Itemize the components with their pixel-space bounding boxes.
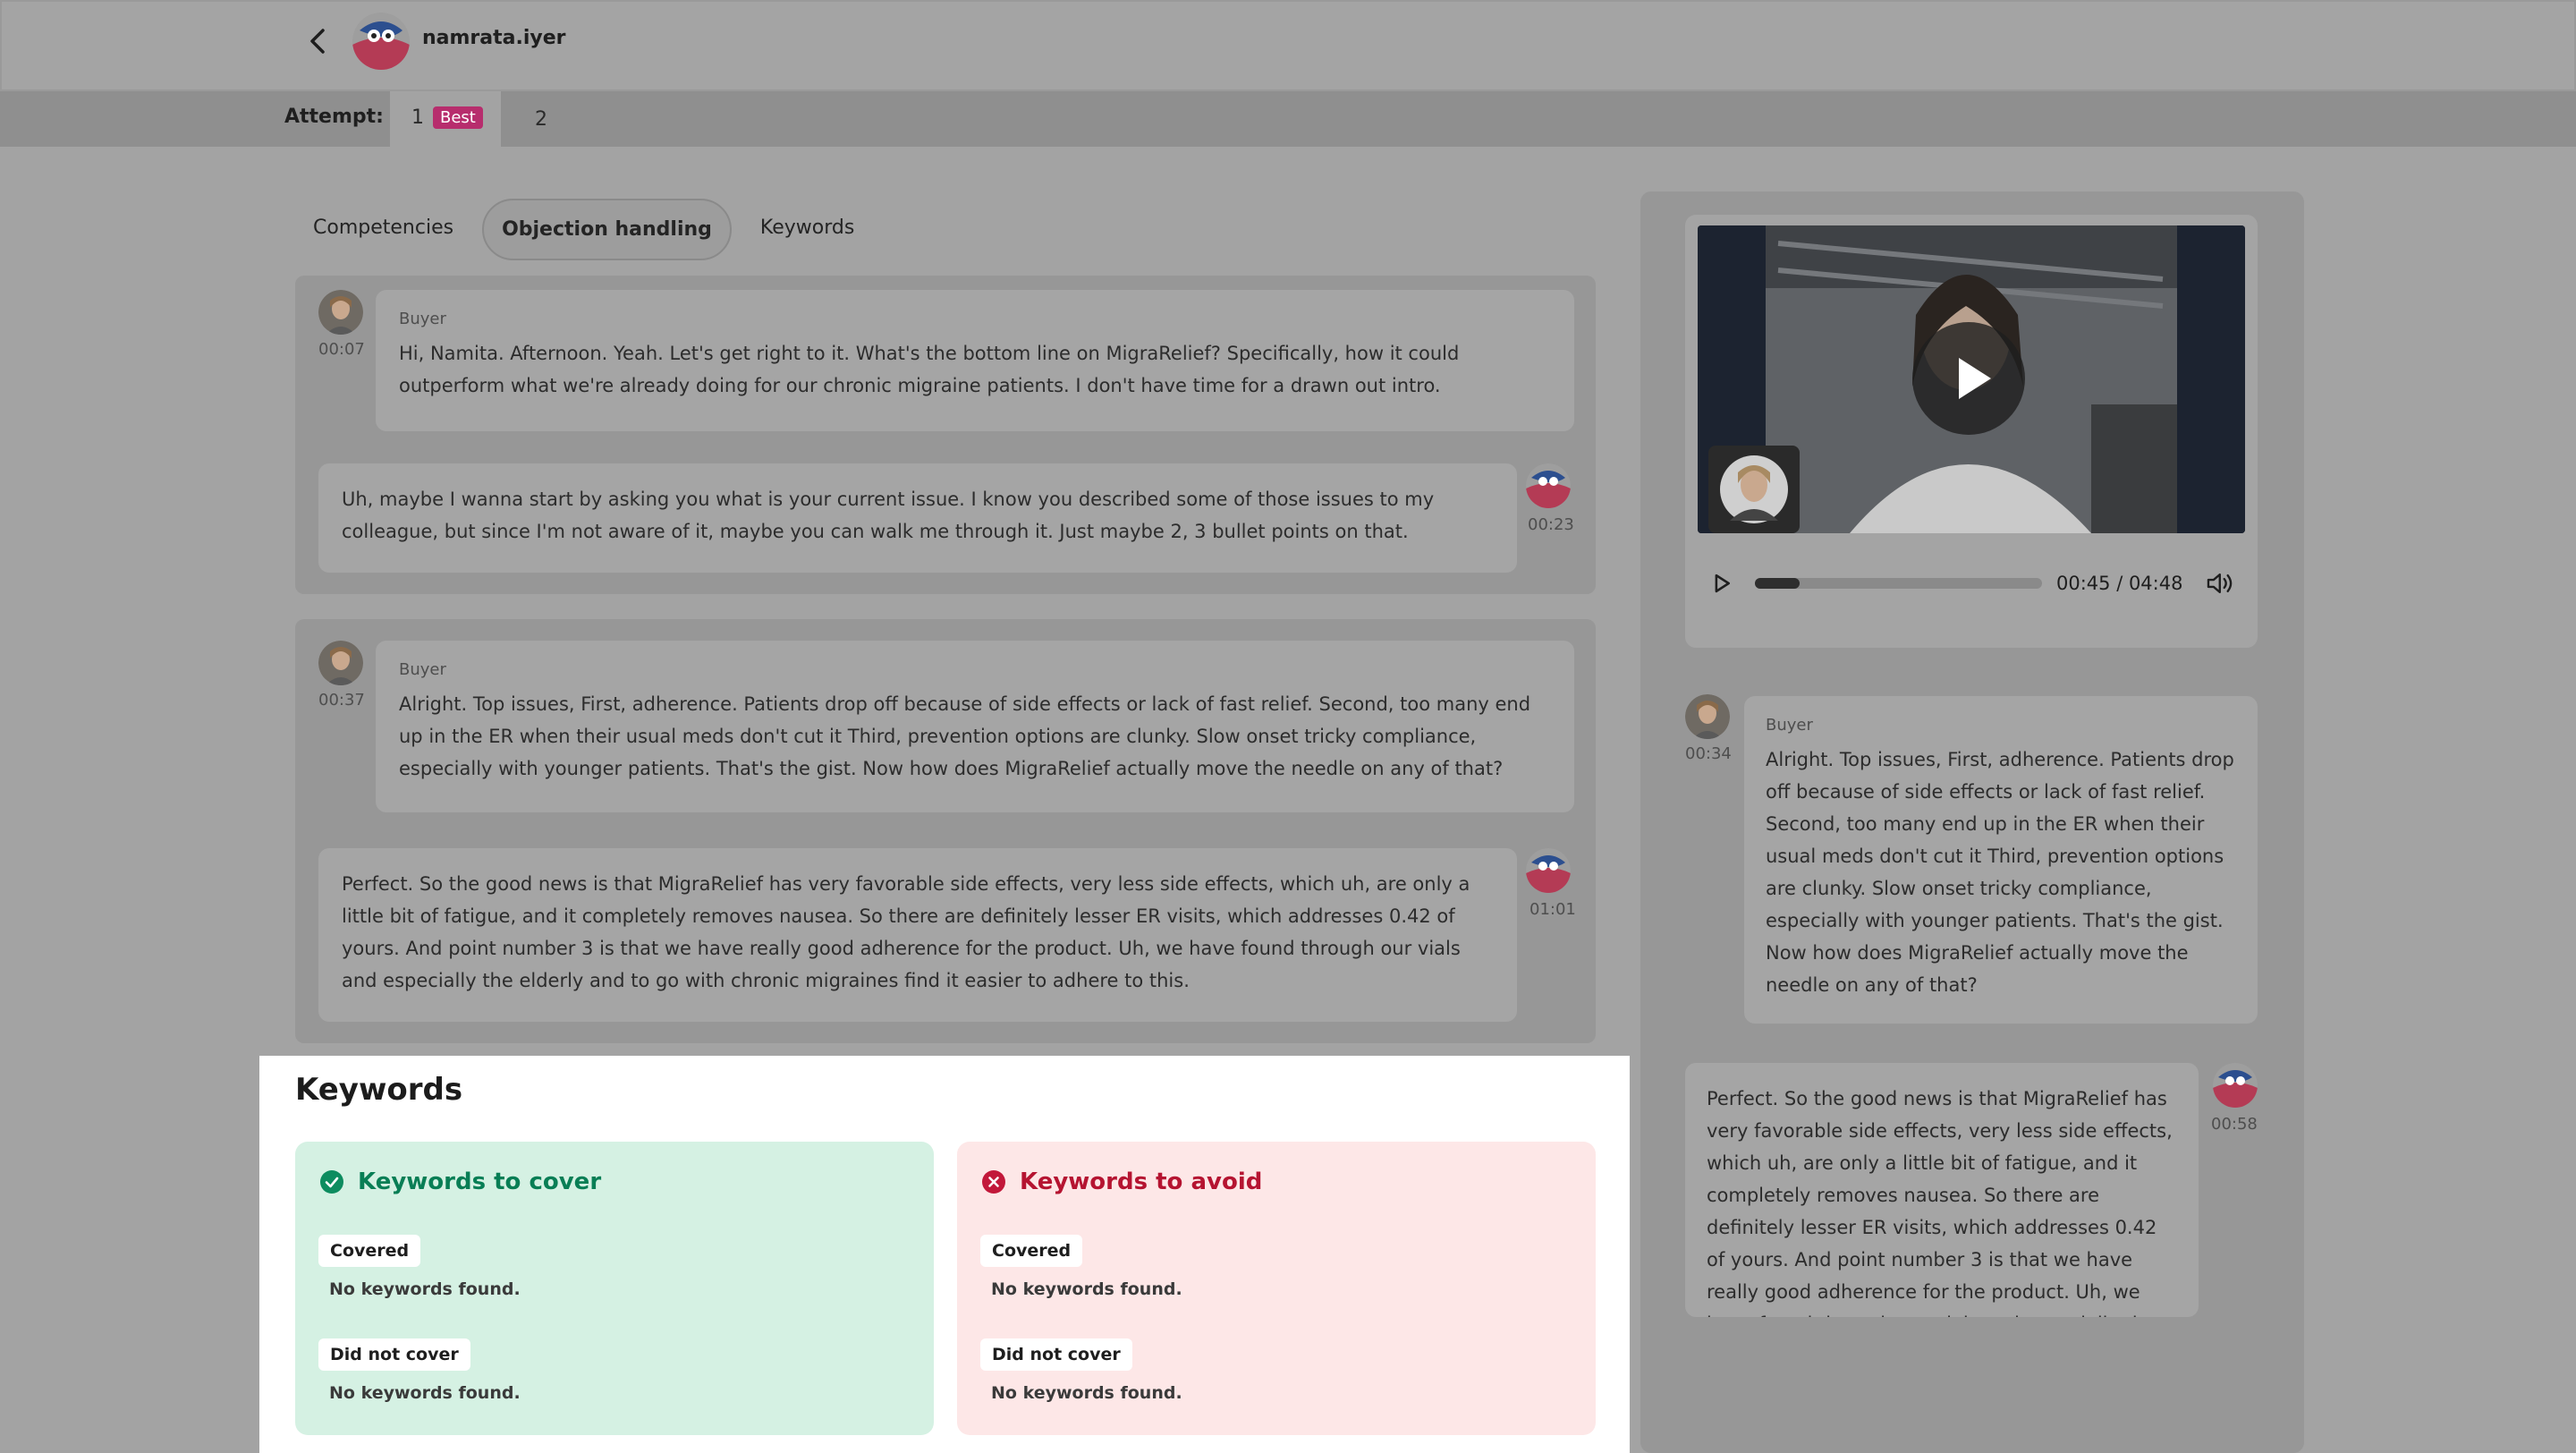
- message-text: Perfect. So the good news is that MigraR…: [342, 873, 1470, 991]
- avatar: [352, 13, 410, 70]
- timestamp: 00:37: [318, 691, 365, 710]
- card-title: Keywords to avoid: [1020, 1168, 1263, 1195]
- timestamp: 00:23: [1528, 515, 1574, 534]
- rep-message: Perfect. So the good news is that MigraR…: [1685, 1063, 2199, 1317]
- right-panel: 00:45 / 04:48 00:34 Buyer Alright. Top i…: [1640, 191, 2304, 1453]
- attempt-number: 1: [411, 106, 424, 129]
- attempt-label: Attempt:: [284, 106, 384, 128]
- tab-keywords[interactable]: Keywords: [742, 199, 872, 260]
- timestamp: 00:34: [1685, 744, 1732, 763]
- attempt-tab-2[interactable]: 2: [535, 91, 547, 147]
- keywords-to-avoid-card: Keywords to avoid Covered No keywords fo…: [957, 1142, 1596, 1435]
- rep-message: Perfect. So the good news is that MigraR…: [318, 848, 1517, 1022]
- rep-avatar: [1526, 848, 1571, 893]
- video-card: 00:45 / 04:48: [1685, 215, 2258, 648]
- message-text: Hi, Namita. Afternoon. Yeah. Let's get r…: [399, 343, 1460, 396]
- rep-avatar: [1526, 463, 1571, 508]
- buyer-avatar: [318, 290, 363, 335]
- buyer-message: Buyer Alright. Top issues, First, adhere…: [1744, 696, 2258, 1024]
- message-text: Alright. Top issues, First, adherence. P…: [399, 693, 1531, 779]
- card-heading: Keywords to avoid: [982, 1168, 1262, 1195]
- time-readout: 00:45 / 04:48: [2056, 573, 2183, 594]
- check-circle-icon: [320, 1170, 343, 1194]
- speaker-label: Buyer: [399, 310, 446, 328]
- speaker-label: Buyer: [399, 660, 446, 679]
- speaker-label: Buyer: [1766, 716, 1813, 735]
- keywords-to-cover-card: Keywords to cover Covered No keywords fo…: [295, 1142, 934, 1435]
- rep-message: Uh, maybe I wanna start by asking you wh…: [318, 463, 1517, 573]
- timestamp: 00:07: [318, 340, 365, 359]
- empty-state: No keywords found.: [329, 1383, 521, 1403]
- empty-state: No keywords found.: [991, 1279, 1182, 1299]
- buyer-video-thumbnail: [1708, 446, 1800, 533]
- attempt-number: 2: [535, 107, 547, 131]
- progress-fill: [1754, 578, 1800, 589]
- volume-icon[interactable]: [2206, 570, 2236, 597]
- message-text: Perfect. So the good news is that MigraR…: [1707, 1088, 2173, 1317]
- transcript-block: 00:37 Buyer Alright. Top issues, First, …: [295, 619, 1596, 1043]
- keywords-panel: Keywords Keywords to cover Covered No ke…: [259, 1056, 1630, 1453]
- buyer-avatar: [1685, 694, 1730, 739]
- rep-avatar: [2213, 1063, 2258, 1108]
- player-controls: 00:45 / 04:48: [1708, 565, 2236, 601]
- covered-label: Covered: [318, 1235, 421, 1267]
- covered-label: Covered: [980, 1235, 1083, 1267]
- did-not-cover-label: Did not cover: [980, 1338, 1132, 1371]
- user-name: namrata.iyer: [422, 27, 566, 49]
- card-title: Keywords to cover: [358, 1168, 602, 1195]
- did-not-cover-label: Did not cover: [318, 1338, 470, 1371]
- x-circle-icon: [982, 1170, 1005, 1194]
- transcript-block: 00:07 Buyer Hi, Namita. Afternoon. Yeah.…: [295, 276, 1596, 594]
- tab-competencies[interactable]: Competencies: [295, 199, 471, 260]
- progress-bar[interactable]: [1754, 578, 2042, 589]
- attempt-tab-1[interactable]: 1 Best: [390, 91, 501, 147]
- top-bar: namrata.iyer: [0, 0, 2576, 91]
- card-heading: Keywords to cover: [320, 1168, 601, 1195]
- timestamp: 01:01: [1530, 900, 1576, 919]
- timestamp: 00:58: [2211, 1115, 2258, 1134]
- tab-objection-handling[interactable]: Objection handling: [482, 199, 732, 260]
- empty-state: No keywords found.: [991, 1383, 1182, 1403]
- play-icon[interactable]: [1912, 322, 2025, 435]
- tab-bar: Competencies Objection handling Keywords: [295, 199, 872, 260]
- message-text: Alright. Top issues, First, adherence. P…: [1766, 749, 2234, 996]
- play-icon[interactable]: [1708, 570, 1735, 597]
- buyer-message: Buyer Alright. Top issues, First, adhere…: [376, 641, 1574, 812]
- message-text: Uh, maybe I wanna start by asking you wh…: [342, 489, 1435, 542]
- attempt-bar: Attempt: 1 Best 2: [0, 91, 2576, 147]
- buyer-avatar: [318, 641, 363, 685]
- buyer-message: Buyer Hi, Namita. Afternoon. Yeah. Let's…: [376, 290, 1574, 431]
- video-player[interactable]: [1698, 225, 2245, 533]
- empty-state: No keywords found.: [329, 1279, 521, 1299]
- chevron-left-icon[interactable]: [301, 23, 337, 59]
- best-badge: Best: [433, 106, 483, 129]
- keywords-title: Keywords: [295, 1072, 463, 1108]
